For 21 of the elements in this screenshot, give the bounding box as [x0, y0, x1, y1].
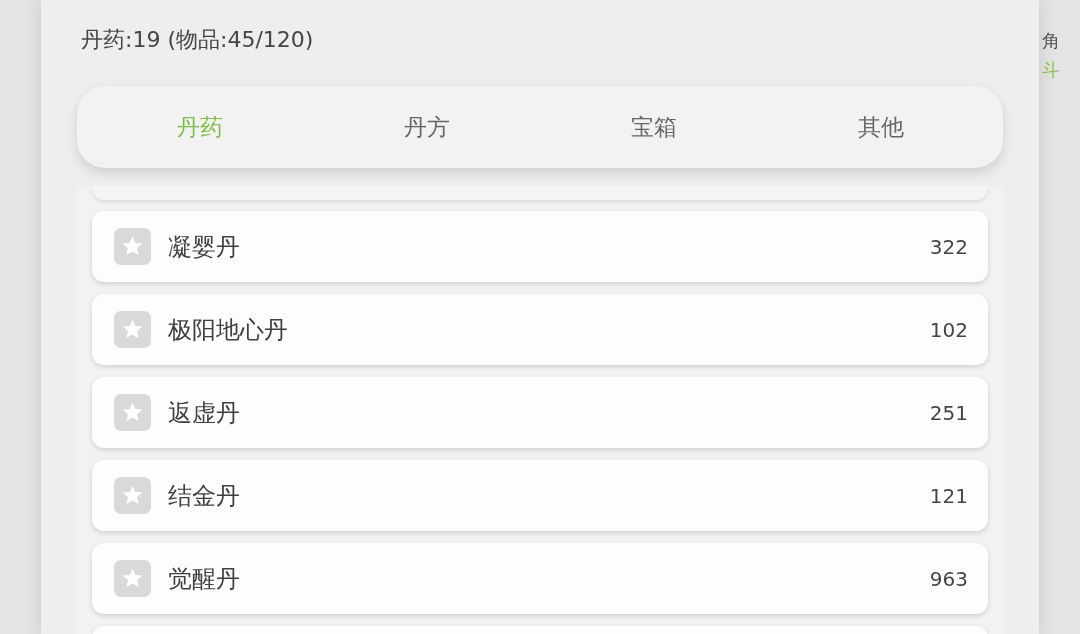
- inventory-summary: 丹药:19 (物品:45/120): [81, 27, 315, 53]
- item-count: 121: [929, 483, 968, 508]
- item-row[interactable]: 极阳地心丹 102: [92, 294, 988, 365]
- item-row[interactable]: 返虚丹 251: [92, 377, 988, 448]
- item-name: 凝婴丹: [168, 231, 241, 263]
- category-tab[interactable]: 其他: [767, 86, 994, 168]
- category-tab[interactable]: 宝箱: [540, 86, 767, 168]
- item-row[interactable]: 结金丹 121: [92, 460, 988, 531]
- item-name: 极阳地心丹: [168, 314, 289, 346]
- item-count: 102: [929, 317, 968, 342]
- item-count: 963: [929, 566, 968, 591]
- item-count: 251: [929, 400, 968, 425]
- background-text: 斗: [1042, 58, 1060, 82]
- item-name: 返虚丹: [168, 397, 241, 429]
- category-tab[interactable]: 丹方: [313, 86, 540, 168]
- item-row[interactable]: 凝婴丹 322: [92, 211, 988, 282]
- item-count: 322: [929, 234, 968, 259]
- item-row[interactable]: 觉醒丹 963: [92, 543, 988, 614]
- item-name: 结金丹: [168, 480, 241, 512]
- background-text: 角: [1042, 29, 1060, 53]
- item-name: 觉醒丹: [168, 563, 241, 595]
